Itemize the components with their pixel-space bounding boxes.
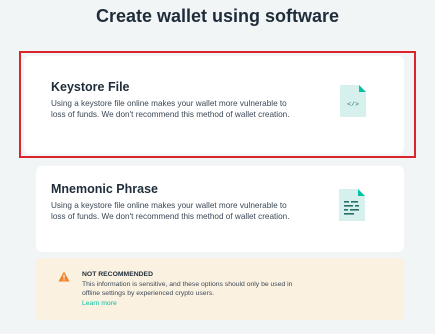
- warning-banner: NOT RECOMMENDED This information is sens…: [36, 258, 404, 320]
- mnemonic-phrase-option[interactable]: Mnemonic Phrase Using a keystore file on…: [36, 166, 404, 252]
- mnemonic-phrase-title: Mnemonic Phrase: [51, 182, 158, 196]
- mnemonic-phrase-description: Using a keystore file online makes your …: [51, 201, 290, 221]
- warning-icon: [58, 271, 70, 282]
- warning-heading: NOT RECOMMENDED: [82, 271, 153, 278]
- learn-more-link[interactable]: Learn more: [82, 300, 117, 307]
- selected-option-highlight: [19, 51, 416, 158]
- page-title: Create wallet using software: [95, 6, 340, 26]
- text-file-icon: [339, 189, 365, 221]
- warning-text: This information is sensitive, and these…: [82, 281, 293, 297]
